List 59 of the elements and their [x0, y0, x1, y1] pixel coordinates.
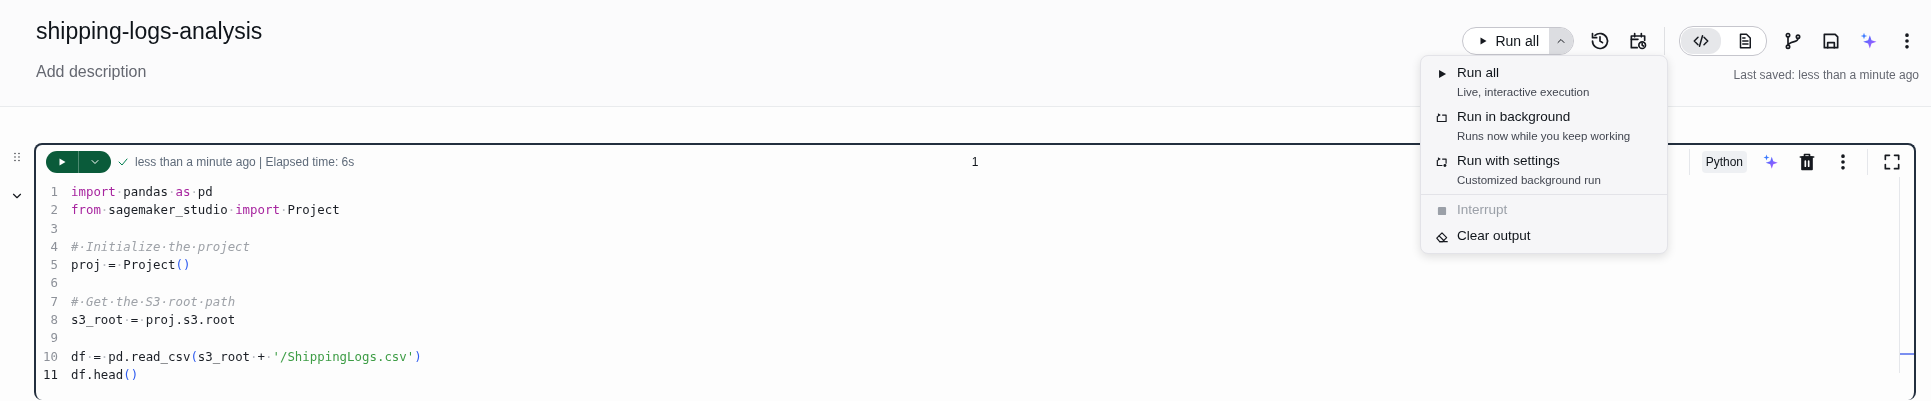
code-line: df.head() — [70, 365, 139, 384]
line-number: 11 — [42, 365, 58, 384]
code-line: #·Get·the·S3·root·path — [70, 292, 236, 311]
run-all-button[interactable]: Run all — [1463, 28, 1549, 54]
trash-icon[interactable] — [1797, 152, 1817, 172]
menu-item[interactable]: Clear output — [1421, 223, 1667, 249]
execution-status: less than a minute ago | Elapsed time: 6s — [135, 155, 355, 169]
background-run-icon — [1435, 111, 1449, 125]
drag-handle-icon[interactable] — [11, 151, 23, 163]
save-icon[interactable] — [1821, 31, 1841, 51]
line-number: 3 — [49, 219, 58, 238]
language-selector[interactable]: Python — [1701, 151, 1747, 173]
line-number: 1 — [49, 183, 58, 201]
code-view-button[interactable] — [1681, 28, 1721, 54]
history-icon[interactable] — [1590, 31, 1610, 51]
menu-item-description: Live, interactive execution — [1457, 85, 1590, 100]
scroll-thumb[interactable] — [1900, 353, 1914, 355]
code-line: #·Initialize·the·project — [70, 237, 251, 256]
line-number: 8 — [49, 311, 58, 330]
last-saved-text: Last saved: less than a minute ago — [1733, 68, 1919, 82]
branch-icon[interactable] — [1783, 31, 1803, 51]
line-number: 9 — [49, 329, 58, 348]
menu-item-title: Run all — [1457, 64, 1501, 82]
sparkle-icon[interactable] — [1762, 153, 1780, 171]
code-line: s3_root·=·proj.s3.root — [70, 311, 236, 330]
line-number: 5 — [49, 256, 58, 275]
run-cell-button-group[interactable] — [46, 151, 111, 173]
notebook-title: shipping-logs-analysis — [36, 17, 263, 46]
menu-item[interactable]: Run with settings Customized background run — [1421, 148, 1667, 192]
menu-item-title: Interrupt — [1457, 201, 1508, 219]
code-line: df·=·pd.read_csv(s3_root·+·'/ShippingLogs.csv') — [70, 347, 422, 366]
line-number: 7 — [49, 292, 58, 311]
execution-count: 1 — [971, 155, 979, 169]
dropdown-toggle[interactable] — [1549, 28, 1573, 54]
run-settings-icon — [1435, 155, 1449, 169]
menu-item[interactable]: Run all Live, interactive execution — [1421, 60, 1667, 104]
menu-item-title: Run with settings — [1457, 152, 1561, 170]
menu-item-description: Customized background run — [1457, 173, 1601, 188]
menu-item-description: Runs now while you keep working — [1457, 129, 1631, 144]
fullscreen-icon[interactable] — [1882, 152, 1902, 172]
menu-item-title: Run in background — [1457, 108, 1572, 126]
menu-item-title: Clear output — [1457, 227, 1531, 245]
add-description-link[interactable]: Add description — [36, 62, 263, 82]
code-line: import·pandas·as·pd — [70, 183, 213, 201]
line-number: 4 — [49, 237, 58, 256]
menu-item[interactable]: Run in background Runs now while you keep working — [1421, 104, 1667, 148]
code-line: from·sagemaker_studio·import·Project — [70, 201, 340, 220]
sparkle-icon[interactable] — [1859, 31, 1879, 51]
line-number: 2 — [49, 201, 58, 220]
calendar-clock-icon[interactable] — [1628, 31, 1648, 51]
run-all-split-button[interactable]: Run all — [1462, 27, 1574, 55]
scroll-track[interactable] — [1899, 177, 1914, 373]
play-icon[interactable] — [56, 156, 68, 168]
code-line: proj·=·Project() — [70, 256, 191, 275]
line-number: 6 — [49, 274, 58, 293]
code-icon — [1692, 32, 1710, 50]
eraser-icon — [1435, 230, 1449, 244]
line-number: 10 — [42, 347, 58, 366]
stop-icon — [1435, 204, 1449, 218]
